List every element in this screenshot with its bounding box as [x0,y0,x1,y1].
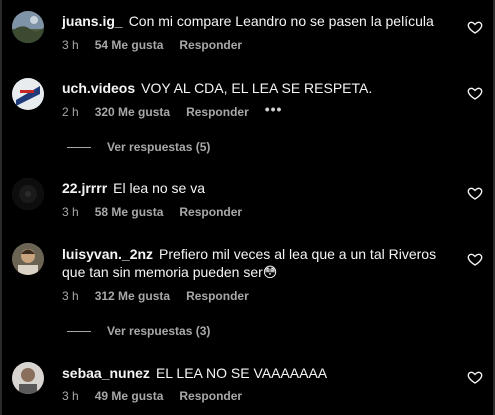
heart-icon[interactable] [467,19,483,35]
timestamp[interactable]: 3 h [62,389,79,403]
comment-meta: 3 h 49 Me gusta Responder [62,389,258,403]
comment-text: luisyvan._2nz Prefiero mil veces al lea q… [62,245,457,281]
reply-button[interactable]: Responder [179,389,242,403]
username[interactable]: uch.videos [62,80,135,96]
likes-count[interactable]: 58 Me gusta [95,205,164,219]
comment-meta: 3 h 54 Me gusta Responder [62,38,258,52]
username[interactable]: luisyvan._2nz [62,246,153,262]
likes-count[interactable]: 49 Me gusta [95,389,164,403]
view-replies-button[interactable]: Ver respuestas (3) [67,324,210,338]
comment-text: 22.jrrrr El lea no se va [62,179,457,197]
heart-icon[interactable] [467,251,483,267]
timestamp[interactable]: 3 h [62,205,79,219]
view-replies-label[interactable]: Ver respuestas (3) [107,324,210,338]
comment-meta: 3 h 58 Me gusta Responder [62,205,258,219]
reply-button[interactable]: Responder [179,205,242,219]
likes-count[interactable]: 54 Me gusta [95,38,164,52]
view-replies-label[interactable]: Ver respuestas (5) [107,140,210,154]
timestamp[interactable]: 3 h [62,38,79,52]
username[interactable]: sebaa_nunez [62,365,150,381]
replies-divider [67,330,91,332]
avatar[interactable] [12,362,44,394]
comment-meta: 2 h 320 Me gusta Responder ••• [62,101,298,119]
comment-text: uch.videos VOY AL CDA, EL LEA SE RESPETA. [62,79,457,97]
avatar[interactable] [12,11,44,43]
heart-icon[interactable] [467,369,483,385]
avatar[interactable] [12,178,44,210]
username[interactable]: juans.ig_ [62,13,123,29]
comment-body: Con mi compare Leandro no se pasen la pe… [128,13,434,29]
comment-body: EL LEA NO SE VAAAAAAA [155,365,328,381]
left-border [0,0,2,415]
comment-text: juans.ig_ Con mi compare Leandro no se pa… [62,12,457,30]
username[interactable]: 22.jrrrr [62,180,107,196]
reply-button[interactable]: Responder [179,38,242,52]
replies-divider [67,146,91,148]
view-replies-button[interactable]: Ver respuestas (5) [67,140,210,154]
heart-icon[interactable] [467,85,483,101]
comment-meta: 3 h 312 Me gusta Responder [62,289,265,303]
reply-button[interactable]: Responder [186,289,249,303]
avatar[interactable] [12,243,44,275]
avatar[interactable] [12,78,44,110]
comment-body: VOY AL CDA, EL LEA SE RESPETA. [141,80,373,96]
likes-count[interactable]: 312 Me gusta [95,289,170,303]
timestamp[interactable]: 2 h [62,105,79,119]
timestamp[interactable]: 3 h [62,289,79,303]
comment-text: sebaa_nunez EL LEA NO SE VAAAAAAA [62,364,457,382]
more-options-icon[interactable]: ••• [265,101,283,117]
reply-button[interactable]: Responder [186,105,249,119]
likes-count[interactable]: 320 Me gusta [95,105,170,119]
heart-icon[interactable] [467,185,483,201]
comment-body: El lea no se va [113,180,205,196]
